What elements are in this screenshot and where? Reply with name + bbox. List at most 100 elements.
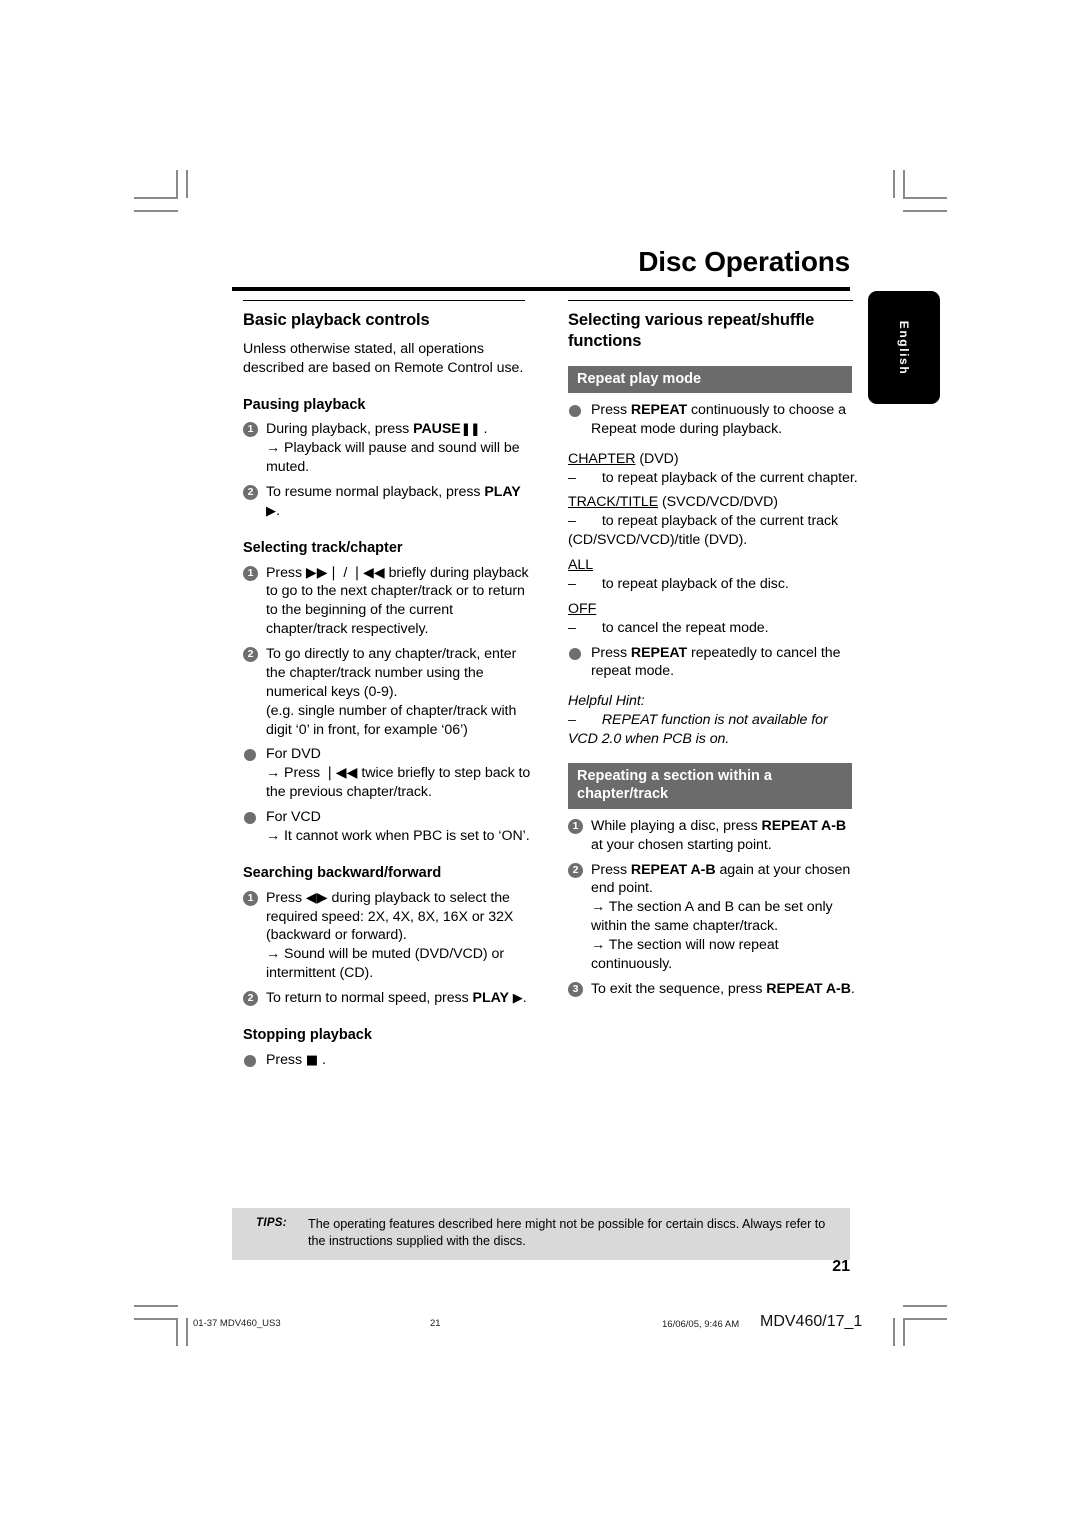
item-bold: REPEAT A-B	[761, 817, 847, 834]
item-text: To return to normal speed, press	[266, 990, 473, 1007]
bullet-icon	[244, 1054, 256, 1067]
crop-mark-bottom-left-h	[134, 1305, 178, 1307]
list-item: 1 During playback, press PAUSE❚❚ . → Play…	[243, 420, 535, 477]
item-bold: REPEAT	[630, 401, 688, 418]
item-arrow-note: → Sound will be muted (DVD/VCD) or inter…	[266, 946, 504, 982]
list-item: 2 Press REPEAT A-B again at your chosen …	[568, 861, 860, 974]
section-heading-pausing-playback: Pausing playback	[243, 396, 366, 413]
right-column-rule	[568, 300, 853, 301]
language-tab-label: English	[897, 320, 911, 375]
mode-desc: to cancel the repeat mode.	[601, 619, 769, 636]
left-column-rule	[243, 300, 525, 301]
right-column: Selecting various repeat/shuffle functio…	[568, 300, 860, 999]
list-item: 3 To exit the sequence, press REPEAT A-B…	[568, 980, 860, 999]
bullet-icon	[244, 749, 256, 762]
list-marker-1: 1	[243, 565, 258, 581]
title-divider	[232, 287, 850, 291]
footer-doc-id: MDV460/17_1	[760, 1313, 863, 1330]
item-text: For VCD	[266, 809, 321, 826]
left-column-heading: Basic playback controls	[243, 311, 430, 329]
tips-box: TIPS: The operating features described h…	[232, 1208, 850, 1260]
crop-mark-top-right-v	[903, 170, 905, 198]
item-tail: .	[275, 502, 280, 519]
list-marker-3: 3	[568, 981, 583, 997]
item-arrow-note: → Press ❘◀◀ twice briefly to step back t…	[266, 765, 531, 801]
mode-name: TRACK/TITLE	[568, 494, 659, 511]
item-arrow-note: → It cannot work when PBC is set to ‘ON’…	[266, 827, 530, 844]
list-item: 2 To resume normal playback, press PLAY …	[243, 483, 535, 521]
item-arrow-note: → The section will now repeat continuous…	[591, 937, 779, 972]
left-column-intro: Unless otherwise stated, all operations …	[243, 340, 524, 376]
list-item-text: For VCD → It cannot work when PBC is set …	[266, 808, 535, 846]
section-heading-selecting-track-chapter: Selecting track/chapter	[243, 539, 403, 556]
mode-desc: to repeat playback of the current track …	[568, 513, 839, 549]
crop-mark-top-right-h2	[903, 210, 947, 212]
list-item: Press REPEAT repeatedly to cancel the re…	[568, 644, 860, 682]
footer-page: 21	[430, 1318, 441, 1329]
crop-mark-top-left-h	[134, 197, 178, 199]
list-item-text: Press REPEAT continuously to choose a Re…	[591, 401, 860, 439]
repeat-mode-entry: OFF – to cancel the repeat mode.	[568, 600, 769, 636]
crop-mark-top-right-bar	[893, 170, 895, 198]
hint-text: REPEAT function is not available for VCD…	[568, 712, 828, 748]
item-text: Press	[591, 401, 631, 418]
mode-name: OFF	[568, 600, 597, 617]
item-bold: REPEAT A-B	[630, 861, 716, 878]
list-item-text: During playback, press PAUSE❚❚ . → Playba…	[266, 420, 535, 477]
crop-mark-top-left-v	[176, 170, 178, 198]
list-item-text: Press ▶▶❘ / ❘◀◀ briefly during playback …	[266, 564, 529, 638]
section-heading-stopping-playback: Stopping playback	[243, 1026, 372, 1043]
item-bold: PLAY	[472, 990, 509, 1007]
list-marker-1: 1	[243, 422, 258, 438]
item-tail: .	[522, 990, 527, 1007]
list-item-text: Press REPEAT A-B again at your chosen en…	[591, 861, 860, 974]
print-footer: 01-37 MDV460_US3 21 16/06/05, 9:46 AM MD…	[0, 1313, 1080, 1348]
crop-mark-top-right-h	[903, 197, 947, 199]
item-note: (e.g. single number of chapter/track wit…	[266, 702, 517, 738]
list-item: 1 While playing a disc, press REPEAT A-B…	[568, 817, 860, 855]
list-item: For DVD → Press ❘◀◀ twice briefly to step…	[243, 745, 535, 802]
list-marker-1: 1	[568, 818, 583, 834]
item-arrow-note: → The section A and B can be set only wi…	[591, 899, 833, 935]
item-text: During playback, press	[266, 421, 414, 438]
list-item-text: For DVD → Press ❘◀◀ twice briefly to step…	[266, 745, 535, 802]
list-item: 1 Press ◀▶ during playback to select the…	[243, 889, 535, 983]
list-item: 1 Press ▶▶❘ / ❘◀◀ briefly during playbac…	[243, 564, 535, 640]
list-marker-2: 2	[243, 991, 258, 1007]
tips-inner: TIPS: The operating features described h…	[242, 1216, 840, 1251]
page-number: 21	[832, 1258, 850, 1275]
list-item-text: Press REPEAT repeatedly to cancel the re…	[591, 644, 860, 682]
list-item-text: Press ◀▶ during playback to select the r…	[266, 889, 535, 983]
item-text: To go directly to any chapter/track, ent…	[266, 646, 517, 700]
item-bold: REPEAT	[630, 644, 688, 661]
tips-label: TIPS:	[256, 1217, 287, 1229]
item-arrow-note: → Playback will pause and sound will be …	[266, 440, 520, 476]
footer-file-name: 01-37 MDV460_US3	[193, 1318, 281, 1329]
crop-mark-top-left-bar	[186, 170, 188, 198]
crop-mark-bottom-right-h	[903, 1305, 947, 1307]
item-tail: .	[850, 980, 855, 997]
hint-label: Helpful Hint:	[568, 693, 645, 710]
page-title: Disc Operations	[638, 246, 850, 277]
play-icon: ▶	[512, 991, 523, 1007]
document-page: Disc Operations English Basic playback c…	[0, 0, 1080, 1528]
mode-desc: to repeat playback of the current chapte…	[601, 469, 858, 486]
item-tail: .	[479, 421, 488, 438]
list-marker-2: 2	[243, 647, 258, 663]
repeat-mode-entry: CHAPTER (DVD) – to repeat playback of the …	[568, 450, 858, 486]
bullet-icon	[569, 647, 581, 660]
item-text: Press ◀▶ during playback to select the r…	[266, 889, 514, 944]
list-item-text: To resume normal playback, press PLAY ▶.	[266, 483, 535, 521]
list-item-text: To exit the sequence, press REPEAT A-B.	[591, 980, 860, 999]
item-bold: PAUSE	[413, 421, 461, 438]
list-item: For VCD → It cannot work when PBC is set …	[243, 808, 535, 846]
mode-name: ALL	[568, 557, 594, 574]
list-item-text: To go directly to any chapter/track, ent…	[266, 645, 535, 739]
item-bold: REPEAT A-B	[766, 980, 851, 997]
list-item-text: While playing a disc, press REPEAT A-B a…	[591, 817, 860, 855]
bullet-icon	[244, 812, 256, 825]
list-item-text: To return to normal speed, press PLAY ▶.	[266, 989, 535, 1008]
list-item: Press REPEAT continuously to choose a Re…	[568, 401, 860, 439]
list-marker-1: 1	[243, 890, 258, 906]
